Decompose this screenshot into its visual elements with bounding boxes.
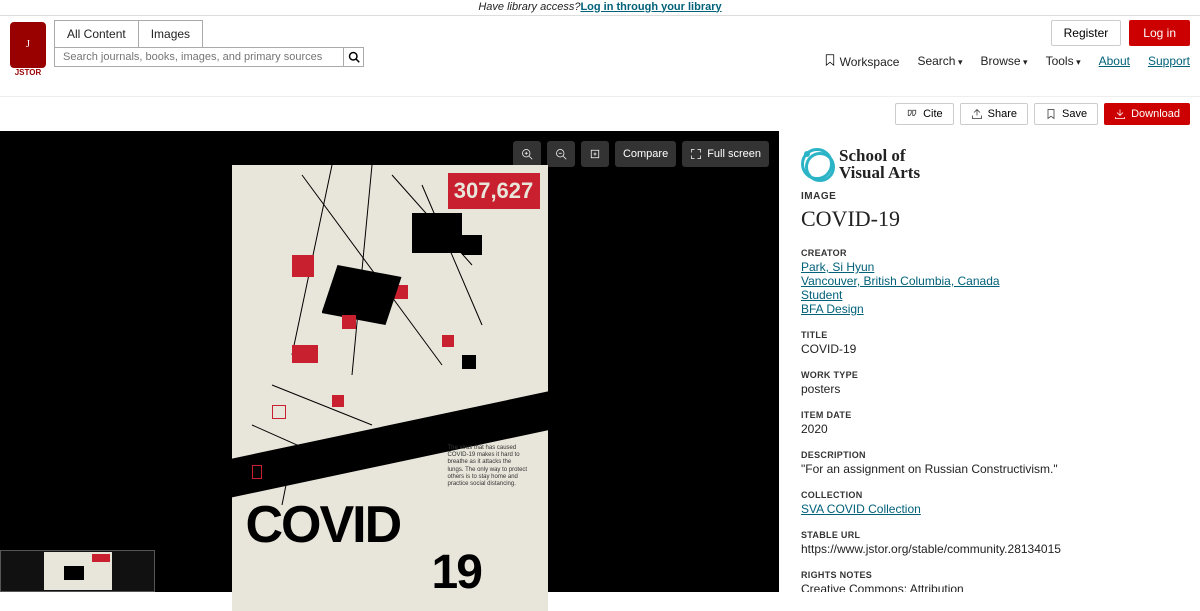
search-input[interactable]	[54, 47, 344, 67]
field-rights: RIGHTS NOTES Creative Commons: Attributi…	[801, 570, 1188, 592]
site-header: J JSTOR All Content Images Register Log …	[0, 16, 1200, 97]
nav-search[interactable]: Search	[917, 54, 962, 69]
thumbnail[interactable]	[44, 552, 112, 590]
creator-link[interactable]: Vancouver, British Columbia, Canada	[801, 274, 1188, 288]
tab-images[interactable]: Images	[139, 20, 203, 48]
institution-name: School of Visual Arts	[839, 147, 920, 181]
nav-workspace[interactable]: Workspace	[824, 54, 899, 69]
zoom-out-button[interactable]	[547, 141, 575, 167]
share-icon	[971, 108, 983, 120]
search-icon	[348, 51, 360, 63]
fullscreen-icon	[690, 148, 702, 160]
collection-link[interactable]: SVA COVID Collection	[801, 502, 921, 516]
zoom-out-icon	[555, 148, 567, 160]
download-icon	[1114, 108, 1126, 120]
expand-button[interactable]	[581, 141, 609, 167]
institution-mark-icon	[801, 148, 833, 180]
field-creator: CREATOR Park, Si Hyun Vancouver, British…	[801, 248, 1188, 316]
field-description: DESCRIPTION "For an assignment on Russia…	[801, 450, 1188, 476]
zoom-in-button[interactable]	[513, 141, 541, 167]
field-collection: COLLECTION SVA COVID Collection	[801, 490, 1188, 516]
search-scope-tabs: All Content Images	[54, 20, 364, 48]
item-title: COVID-19	[801, 206, 1188, 232]
field-title: TITLE COVID-19	[801, 330, 1188, 356]
bookmark-icon	[824, 54, 836, 66]
save-button[interactable]: Save	[1034, 103, 1098, 125]
register-button[interactable]: Register	[1051, 20, 1122, 46]
search-button[interactable]	[344, 47, 364, 67]
poster-number: 307,627	[448, 173, 540, 209]
creator-link[interactable]: Park, Si Hyun	[801, 260, 1188, 274]
nav-support[interactable]: Support	[1148, 54, 1190, 69]
library-login-link[interactable]: Log in through your library	[580, 1, 721, 13]
zoom-in-icon	[521, 148, 533, 160]
field-stable-url: STABLE URL https://www.jstor.org/stable/…	[801, 530, 1188, 556]
viewer-toolbar: Compare Full screen	[513, 141, 769, 167]
poster-image: 307,627 The virus that has caused COVID-…	[232, 165, 548, 611]
field-date: ITEM DATE 2020	[801, 410, 1188, 436]
nav-browse[interactable]: Browse	[981, 54, 1028, 69]
nav-tools[interactable]: Tools	[1046, 54, 1081, 69]
creator-link[interactable]: Student	[801, 288, 1188, 302]
bookmark-icon	[1045, 108, 1057, 120]
fullscreen-button[interactable]: Full screen	[682, 141, 769, 167]
metadata-panel: School of Visual Arts IMAGE COVID-19 CRE…	[779, 131, 1200, 592]
login-button[interactable]: Log in	[1129, 20, 1190, 46]
quote-icon	[906, 108, 918, 120]
site-logo[interactable]: J JSTOR	[10, 20, 46, 77]
compare-button[interactable]: Compare	[615, 141, 676, 167]
tab-all-content[interactable]: All Content	[54, 20, 139, 48]
nav-about[interactable]: About	[1099, 54, 1130, 69]
creator-link[interactable]: BFA Design	[801, 302, 1188, 316]
poster-19-text: 19	[432, 545, 481, 600]
poster-small-text: The virus that has caused COVID-19 makes…	[448, 445, 528, 488]
item-actions: Cite Share Save Download	[0, 97, 1200, 131]
search-group: All Content Images	[54, 20, 364, 67]
poster-covid-text: COVID	[246, 495, 401, 555]
main-content: Compare Full screen 307,627	[0, 131, 1200, 592]
image-viewer[interactable]: Compare Full screen 307,627	[0, 131, 779, 592]
field-worktype: WORK TYPE posters	[801, 370, 1188, 396]
download-button[interactable]: Download	[1104, 103, 1190, 125]
expand-icon	[589, 148, 601, 160]
library-access-bar: Have library access? Log in through your…	[0, 0, 1200, 16]
thumbnail-strip[interactable]	[0, 550, 155, 592]
cite-button[interactable]: Cite	[895, 103, 954, 125]
institution-logo[interactable]: School of Visual Arts	[801, 147, 1188, 181]
auth-buttons: Register Log in	[1051, 20, 1190, 46]
access-prompt-text: Have library access?	[478, 1, 580, 13]
share-button[interactable]: Share	[960, 103, 1028, 125]
item-type-label: IMAGE	[801, 191, 1188, 202]
primary-nav: Workspace Search Browse Tools About Supp…	[824, 54, 1190, 69]
